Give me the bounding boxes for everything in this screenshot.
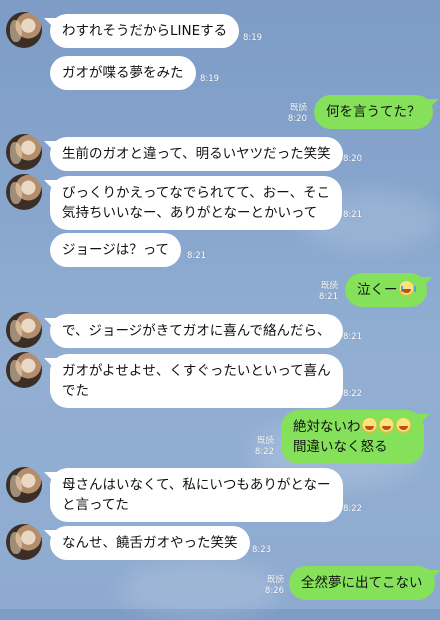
message-time: 8:20 — [287, 114, 307, 124]
message-text: 泣くー — [357, 282, 398, 298]
incoming-message-bubble[interactable]: ジョージは？って — [50, 233, 182, 267]
message-time: 8:22 — [343, 389, 363, 399]
incoming-message-bubble[interactable]: なんせ、饒舌ガオやった笑笑 — [50, 526, 250, 560]
outgoing-message-bubble[interactable]: 何を言うてた？ — [314, 95, 433, 129]
message-text: ジョージは？って — [62, 242, 170, 258]
grinning-sweat-icon — [395, 418, 411, 433]
read-receipt: 既読 — [320, 281, 338, 291]
message-time: 8:20 — [343, 154, 363, 164]
chat-message-list: わすれそうだからLINEする 8:19 ガオが喋る夢をみた 8:19 既読 8:… — [0, 0, 440, 609]
message-text-line: でた — [62, 383, 89, 399]
read-receipt: 既読 — [289, 103, 307, 113]
message-time: 8:21 — [343, 332, 363, 342]
message-text-line: びっくりかえってなでられてて、おー、そこ — [62, 185, 331, 201]
message-text: わすれそうだからLINEする — [62, 23, 228, 39]
read-receipt: 既読 — [266, 575, 284, 585]
grinning-sweat-icon — [361, 418, 377, 433]
grinning-sweat-icon — [378, 418, 394, 433]
message-text-line: 間違いなく怒る — [293, 439, 388, 455]
message-time: 8:21 — [318, 292, 338, 302]
message-text-line: 絶対ないわ — [293, 419, 361, 435]
read-receipt: 既読 — [256, 436, 274, 446]
message-time: 8:22 — [343, 504, 363, 514]
contact-avatar[interactable] — [6, 12, 42, 48]
message-text: で、ジョージがきてガオに喜んで絡んだら、 — [62, 323, 331, 339]
incoming-message-bubble[interactable]: ガオが喋る夢をみた — [50, 56, 196, 90]
message-text: 何を言うてた？ — [326, 104, 421, 120]
message-text: ガオが喋る夢をみた — [62, 65, 184, 81]
contact-avatar[interactable] — [6, 174, 42, 210]
message-text: 生前のガオと違って、明るいヤツだった笑笑 — [62, 146, 331, 162]
contact-avatar[interactable] — [6, 524, 42, 560]
message-time: 8:22 — [254, 447, 274, 457]
crying-face-icon — [398, 281, 416, 296]
message-text: 全然夢に出てこない — [301, 575, 423, 591]
message-time: 8:19 — [243, 33, 263, 43]
message-time: 8:26 — [264, 586, 284, 596]
contact-avatar[interactable] — [6, 134, 42, 170]
message-time: 8:19 — [200, 74, 220, 84]
outgoing-message-bubble[interactable]: 絶対ないわ 間違いなく怒る — [281, 410, 424, 464]
contact-avatar[interactable] — [6, 352, 42, 388]
message-time: 8:21 — [187, 251, 207, 261]
message-time: 8:21 — [343, 210, 363, 220]
contact-avatar[interactable] — [6, 467, 42, 503]
incoming-message-bubble[interactable]: びっくりかえってなでられてて、おー、そこ 気持ちいいなー、ありがとなーとかいって — [50, 176, 343, 230]
outgoing-message-bubble[interactable]: 全然夢に出てこない — [289, 566, 435, 600]
message-text: なんせ、饒舌ガオやった笑笑 — [62, 535, 238, 551]
incoming-message-bubble[interactable]: ガオがよせよせ、くすぐったいといって喜ん でた — [50, 354, 343, 408]
contact-avatar[interactable] — [6, 312, 42, 348]
message-text-line: と言ってた — [62, 497, 129, 513]
incoming-message-bubble[interactable]: で、ジョージがきてガオに喜んで絡んだら、 — [50, 314, 343, 348]
incoming-message-bubble[interactable]: わすれそうだからLINEする — [50, 14, 240, 48]
message-text-line: 気持ちいいなー、ありがとなーとかいって — [62, 205, 318, 221]
incoming-message-bubble[interactable]: 生前のガオと違って、明るいヤツだった笑笑 — [50, 137, 343, 171]
outgoing-message-bubble[interactable]: 泣くー — [345, 273, 427, 307]
message-text-line: ガオがよせよせ、くすぐったいといって喜ん — [62, 363, 331, 379]
message-time: 8:23 — [252, 545, 272, 555]
incoming-message-bubble[interactable]: 母さんはいなくて、私にいつもありがとなー と言ってた — [50, 468, 343, 522]
message-text-line: 母さんはいなくて、私にいつもありがとなー — [62, 477, 331, 493]
